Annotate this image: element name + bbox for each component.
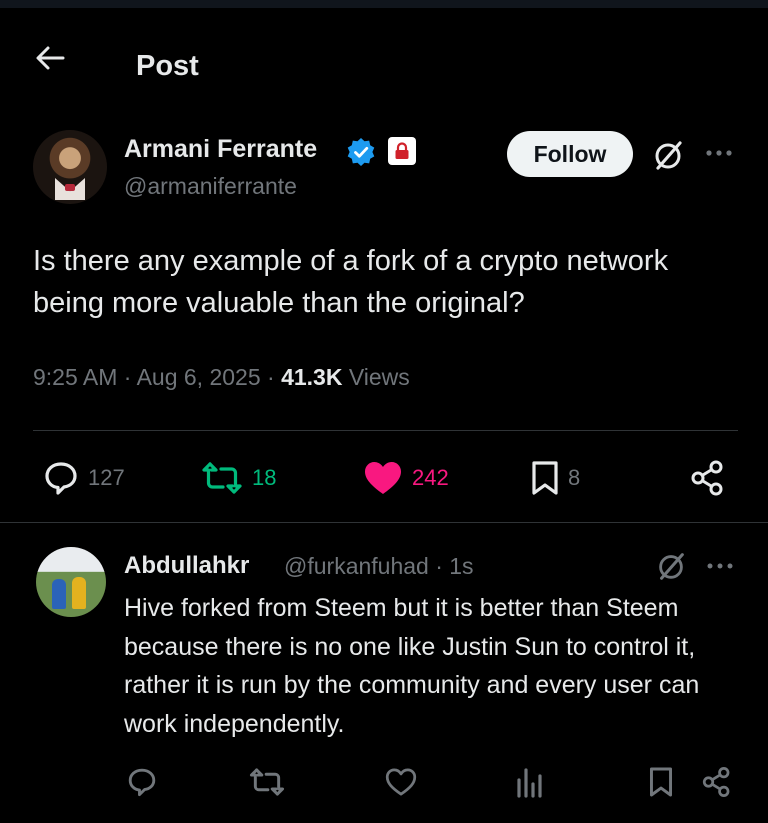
more-options-icon[interactable] [704, 143, 734, 163]
divider [33, 430, 738, 431]
post-date[interactable]: Aug 6, 2025 [137, 364, 261, 390]
views-button[interactable] [514, 760, 544, 804]
repost-button[interactable] [248, 760, 286, 804]
repost-icon [249, 768, 285, 796]
author-name[interactable]: Armani Ferrante [124, 135, 317, 164]
arrow-left-icon [36, 46, 65, 70]
reply-item[interactable]: Abdullahkr @furkanfuhad · 1s Hive forked… [0, 535, 768, 823]
bookmark-button[interactable]: 8 [530, 450, 580, 506]
analytics-icon [517, 768, 542, 798]
verified-badge-icon [347, 138, 375, 166]
reply-icon [45, 462, 77, 495]
reply-icon [128, 768, 156, 797]
separator-dot: · [267, 364, 282, 390]
lock-badge-icon [388, 137, 416, 165]
bookmark-count: 8 [568, 465, 581, 490]
views-count[interactable]: 41.3K [281, 364, 342, 390]
like-count: 242 [412, 465, 449, 490]
back-button[interactable] [30, 40, 70, 76]
header: Post [0, 10, 768, 105]
grok-icon[interactable] [650, 137, 686, 173]
share-icon [702, 767, 730, 797]
heart-icon [385, 768, 417, 796]
repost-count: 18 [252, 465, 277, 490]
reply-button[interactable] [126, 760, 158, 804]
views-label: Views [348, 364, 410, 390]
status-strip [0, 0, 768, 8]
reply-count: 127 [88, 465, 125, 490]
post-author: Armani Ferrante @armaniferrante Follow [0, 125, 768, 215]
post-time[interactable]: 9:25 AM [33, 364, 117, 390]
like-button[interactable]: 242 [362, 450, 449, 506]
bookmark-icon [532, 461, 558, 495]
bookmark-button[interactable] [648, 760, 674, 804]
page-title: Post [136, 50, 199, 82]
reply-text: Hive forked from Steem but it is better … [124, 594, 700, 738]
share-button[interactable] [688, 450, 728, 506]
avatar[interactable] [36, 547, 106, 617]
repost-button[interactable]: 18 [200, 450, 276, 506]
like-button[interactable] [384, 760, 418, 804]
follow-button[interactable]: Follow [507, 131, 633, 177]
post-actions: 127 18 242 8 [0, 450, 768, 506]
grok-icon[interactable] [654, 549, 688, 583]
bookmark-icon [649, 767, 673, 797]
reply-button[interactable]: 127 [42, 450, 125, 506]
post-meta: 9:25 AM · Aug 6, 2025 · 41.3K Views [33, 364, 410, 391]
reply-author-handle[interactable]: @furkanfuhad · 1s [284, 553, 474, 580]
separator-dot: · [123, 364, 137, 390]
more-options-icon[interactable] [706, 558, 734, 574]
author-handle[interactable]: @armaniferrante [124, 173, 297, 200]
post-text: Is there any example of a fork of a cryp… [33, 245, 669, 319]
avatar[interactable] [33, 130, 107, 204]
share-button[interactable] [700, 760, 734, 804]
divider [0, 522, 768, 523]
reply-actions [0, 760, 768, 804]
share-icon [691, 460, 723, 496]
heart-filled-icon [365, 462, 401, 494]
reply-author-name[interactable]: Abdullahkr [124, 552, 249, 580]
repost-icon [202, 462, 242, 494]
